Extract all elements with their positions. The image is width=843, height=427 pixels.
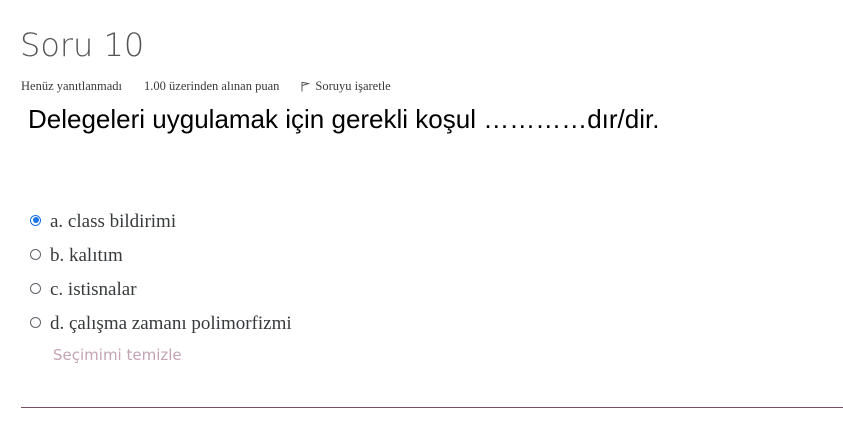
- answer-b-radio[interactable]: [30, 248, 41, 260]
- answer-option-d[interactable]: d. çalışma zamanı polimorfizmi: [30, 307, 292, 341]
- flag-question-label: Soruyu işaretle: [315, 79, 391, 93]
- question-text: Delegeleri uygulamak için gerekli koşul …: [28, 104, 660, 134]
- answer-b-label[interactable]: b. kalıtım: [50, 245, 123, 267]
- answer-list: a. class bildirimi b. kalıtım c. istisna…: [30, 205, 292, 341]
- answer-a-label[interactable]: a. class bildirimi: [50, 211, 176, 233]
- flag-icon: [301, 81, 311, 92]
- answer-a-radio[interactable]: [30, 214, 41, 226]
- question-grade: 1.00 üzerinden alınan puan: [144, 79, 280, 93]
- clear-choice-link[interactable]: Seçimimi temizle: [53, 346, 182, 364]
- answer-c-label[interactable]: c. istisnalar: [50, 279, 137, 301]
- answer-option-b[interactable]: b. kalıtım: [30, 239, 292, 273]
- answer-c-radio[interactable]: [30, 282, 41, 294]
- question-title: Soru 10: [20, 26, 145, 64]
- answer-d-label[interactable]: d. çalışma zamanı polimorfizmi: [50, 313, 292, 335]
- question-info: Henüz yanıtlanmadı 1.00 üzerinden alınan…: [21, 79, 391, 94]
- divider: [21, 407, 843, 408]
- answer-option-c[interactable]: c. istisnalar: [30, 273, 292, 307]
- answer-option-a[interactable]: a. class bildirimi: [30, 205, 292, 239]
- flag-question-link[interactable]: Soruyu işaretle: [301, 79, 391, 94]
- question-state: Henüz yanıtlanmadı: [21, 79, 123, 93]
- answer-d-radio[interactable]: [30, 316, 41, 328]
